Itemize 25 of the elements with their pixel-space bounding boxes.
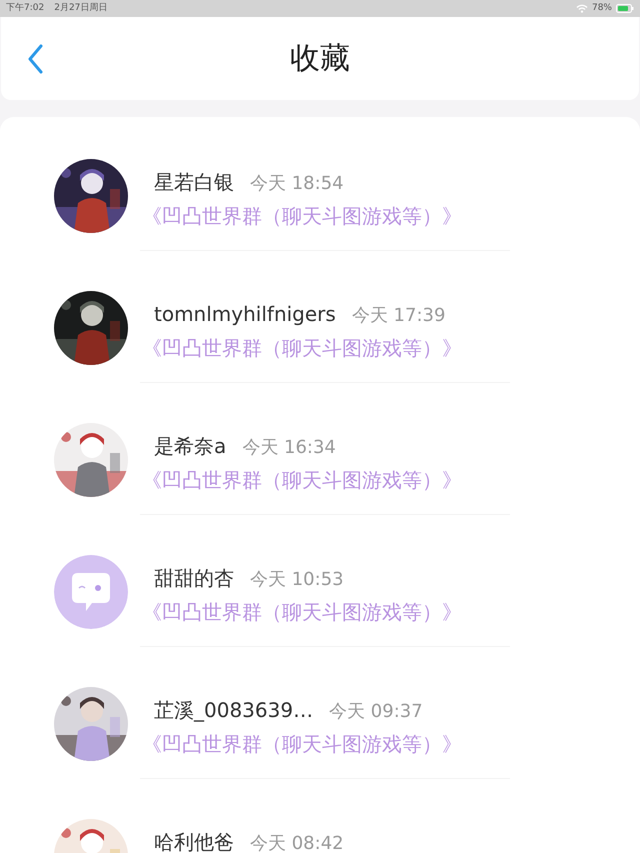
timestamp: 今天 18:54 — [250, 172, 344, 196]
user-name: 芷溪_0083639… — [154, 697, 314, 724]
page-title: 收藏 — [290, 40, 350, 78]
group-link[interactable]: 《凹凸世界群（聊天斗图游戏等）》 — [142, 597, 462, 627]
battery-icon — [616, 4, 634, 13]
user-name: 甜甜的杏 — [154, 565, 234, 592]
timestamp: 今天 16:34 — [242, 436, 336, 460]
chat-bubble-icon — [54, 555, 128, 629]
wifi-icon — [576, 4, 588, 13]
timestamp: 今天 09:37 — [329, 700, 423, 724]
user-name: 星若白银 — [154, 169, 234, 196]
timestamp: 今天 17:39 — [352, 304, 446, 328]
status-time: 下午7:02 — [6, 2, 44, 15]
timestamp: 今天 10:53 — [250, 568, 344, 592]
status-date: 2月27日周日 — [54, 2, 108, 15]
user-name: tomnlmyhilfnigers — [154, 301, 336, 328]
user-name: 是希奈a — [154, 433, 226, 460]
group-link[interactable]: 《凹凸世界群（聊天斗图游戏等）》 — [142, 729, 462, 759]
battery-percent: 78% — [592, 2, 612, 15]
group-link[interactable]: 《凹凸世界群（聊天斗图游戏等）》 — [142, 333, 462, 363]
user-name: 哈利他爸 — [154, 829, 234, 853]
back-icon — [27, 44, 43, 74]
group-link[interactable]: 《凹凸世界群（聊天斗图游戏等）》 — [142, 465, 462, 495]
group-link[interactable]: 《凹凸世界群（聊天斗图游戏等）》 — [142, 201, 462, 231]
timestamp: 今天 08:42 — [250, 832, 344, 853]
